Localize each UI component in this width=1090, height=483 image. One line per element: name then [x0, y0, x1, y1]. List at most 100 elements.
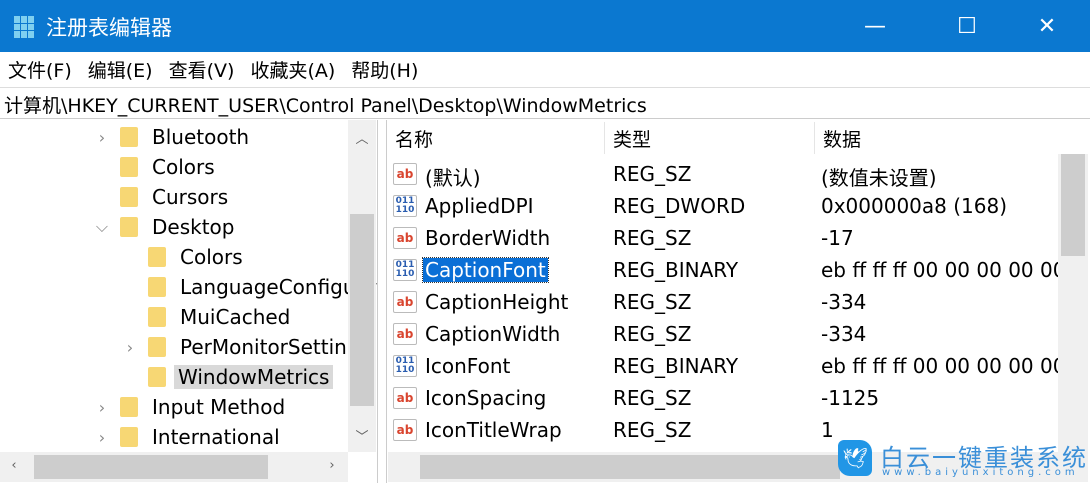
- tree-item[interactable]: › Bluetooth: [92, 122, 249, 152]
- value-name: (默认): [425, 166, 481, 190]
- menu-file[interactable]: 文件(F): [8, 56, 72, 83]
- tree-item-label: Cursors: [152, 185, 229, 209]
- tree-item[interactable]: ⌵ Desktop: [92, 212, 235, 242]
- scroll-thumb[interactable]: [34, 455, 268, 479]
- value-data: 0x000000a8 (168): [821, 194, 1008, 218]
- column-header-data[interactable]: 数据: [815, 122, 1059, 154]
- minimize-button[interactable]: —: [830, 0, 920, 52]
- tree-item-label: WindowMetrics: [174, 365, 334, 389]
- folder-icon: [148, 247, 166, 267]
- chevron-right-icon[interactable]: ›: [92, 128, 112, 147]
- tree-item[interactable]: MuiCached: [120, 302, 290, 332]
- scroll-right-icon[interactable]: ›: [318, 458, 346, 473]
- tree-vertical-scrollbar[interactable]: ︿ ﹀: [348, 120, 376, 452]
- bird-logo-icon: 🕊: [838, 440, 872, 476]
- scroll-thumb[interactable]: [420, 455, 840, 479]
- tree-item[interactable]: › International: [92, 422, 280, 452]
- tree-item-label: PerMonitorSettings: [180, 335, 370, 359]
- string-value-icon: ab: [393, 163, 417, 185]
- folder-icon: [148, 337, 166, 357]
- value-row[interactable]: ab CaptionWidth REG_SZ -334: [387, 318, 1059, 350]
- string-value-icon: ab: [393, 291, 417, 313]
- tree-item[interactable]: Cursors: [92, 182, 228, 212]
- title-bar: 注册表编辑器 — ☐ ✕: [0, 0, 1090, 52]
- folder-icon: [120, 127, 138, 147]
- values-list: 名称 类型 数据 ab (默认) REG_SZ (数值未设置) 011 110 Applie…: [386, 120, 1090, 483]
- folder-icon: [120, 217, 138, 237]
- column-header-name[interactable]: 名称: [387, 122, 605, 154]
- value-data: -1125: [821, 386, 880, 410]
- tree-item[interactable]: › PerMonitorSettings: [120, 332, 370, 362]
- value-name: IconFont: [425, 354, 511, 378]
- column-header-type[interactable]: 类型: [605, 122, 815, 154]
- folder-icon: [148, 367, 166, 387]
- value-type: REG_SZ: [613, 290, 692, 314]
- value-type: REG_DWORD: [613, 194, 746, 218]
- tree-horizontal-scrollbar[interactable]: ‹ ›: [0, 452, 348, 482]
- address-bar[interactable]: 计算机\HKEY_CURRENT_USER\Control Panel\Desk…: [0, 87, 1090, 119]
- value-name: AppliedDPI: [425, 194, 534, 218]
- value-row[interactable]: 011 110 CaptionFont REG_BINARY eb ff ff ff 0…: [387, 254, 1065, 286]
- value-data: -334: [821, 290, 867, 314]
- value-row[interactable]: ab IconSpacing REG_SZ -1125: [387, 382, 1059, 414]
- value-data: -17: [821, 226, 854, 250]
- value-type: REG_BINARY: [613, 258, 739, 282]
- scroll-up-icon[interactable]: ︿: [348, 128, 376, 147]
- menu-favorites[interactable]: 收藏夹(A): [250, 56, 335, 83]
- value-row[interactable]: ab BorderWidth REG_SZ -17: [387, 222, 1059, 254]
- tree-item[interactable]: LanguageConfiguration: [120, 272, 377, 302]
- binary-value-icon: 011 110: [393, 259, 417, 281]
- value-data: eb ff ff ff 00 00 00 00 00: [821, 258, 1066, 282]
- regedit-app-icon: [14, 16, 36, 38]
- chevron-right-icon[interactable]: ›: [120, 338, 140, 357]
- value-type: REG_SZ: [613, 386, 692, 410]
- scroll-down-icon[interactable]: ﹀: [348, 426, 376, 445]
- tree-item-label: MuiCached: [180, 305, 291, 329]
- folder-icon: [120, 187, 138, 207]
- chevron-down-icon[interactable]: ⌵: [92, 217, 112, 237]
- value-type: REG_SZ: [613, 226, 692, 250]
- value-data: 1: [821, 418, 834, 442]
- folder-icon: [120, 157, 138, 177]
- value-name: IconTitleWrap: [425, 418, 562, 442]
- value-type: REG_SZ: [613, 418, 692, 442]
- tree-item[interactable]: WindowMetrics: [120, 362, 334, 392]
- scroll-thumb[interactable]: [350, 214, 374, 406]
- chevron-right-icon[interactable]: ›: [92, 398, 112, 417]
- menu-edit[interactable]: 编辑(E): [88, 56, 153, 83]
- maximize-button[interactable]: ☐: [922, 0, 1012, 52]
- string-value-icon: ab: [393, 323, 417, 345]
- tree-item-label: Input Method: [152, 395, 286, 419]
- scroll-thumb[interactable]: [1061, 154, 1085, 256]
- tree-item-label: Colors: [180, 245, 243, 269]
- string-value-icon: ab: [393, 227, 417, 249]
- value-row[interactable]: ab (默认) REG_SZ (数值未设置): [387, 158, 1059, 190]
- watermark-url: www.baiyunxitong.com: [882, 467, 1079, 478]
- folder-icon: [120, 427, 138, 447]
- binary-value-icon: 011 110: [393, 355, 417, 377]
- value-type: REG_SZ: [613, 322, 692, 346]
- scroll-left-icon[interactable]: ‹: [0, 458, 28, 473]
- value-row[interactable]: 011 110 AppliedDPI REG_DWORD 0x000000a8 (168…: [387, 190, 1059, 222]
- key-tree: › Bluetooth Colors Cursors ⌵ Desktop Colors Lan…: [0, 120, 378, 483]
- menu-view[interactable]: 查看(V): [169, 56, 235, 83]
- folder-icon: [148, 277, 166, 297]
- value-row[interactable]: 011 110 IconFont REG_BINARY eb ff ff ff 00 0…: [387, 350, 1065, 382]
- tree-item-label: Colors: [152, 155, 215, 179]
- value-row[interactable]: ab CaptionHeight REG_SZ -334: [387, 286, 1059, 318]
- value-name: CaptionHeight: [425, 290, 569, 314]
- folder-icon: [120, 397, 138, 417]
- tree-item[interactable]: Colors: [120, 242, 243, 272]
- tree-item-label: Desktop: [152, 215, 235, 239]
- values-vertical-scrollbar[interactable]: [1058, 154, 1088, 452]
- value-name: CaptionWidth: [425, 322, 561, 346]
- value-type: REG_BINARY: [613, 354, 739, 378]
- menu-help[interactable]: 帮助(H): [351, 56, 418, 83]
- close-button[interactable]: ✕: [1002, 0, 1090, 52]
- folder-icon: [148, 307, 166, 327]
- chevron-right-icon[interactable]: ›: [92, 428, 112, 447]
- value-name: CaptionFont: [422, 257, 549, 283]
- tree-item[interactable]: Colors: [92, 152, 215, 182]
- value-data: (数值未设置): [821, 166, 937, 190]
- tree-item[interactable]: › Input Method: [92, 392, 285, 422]
